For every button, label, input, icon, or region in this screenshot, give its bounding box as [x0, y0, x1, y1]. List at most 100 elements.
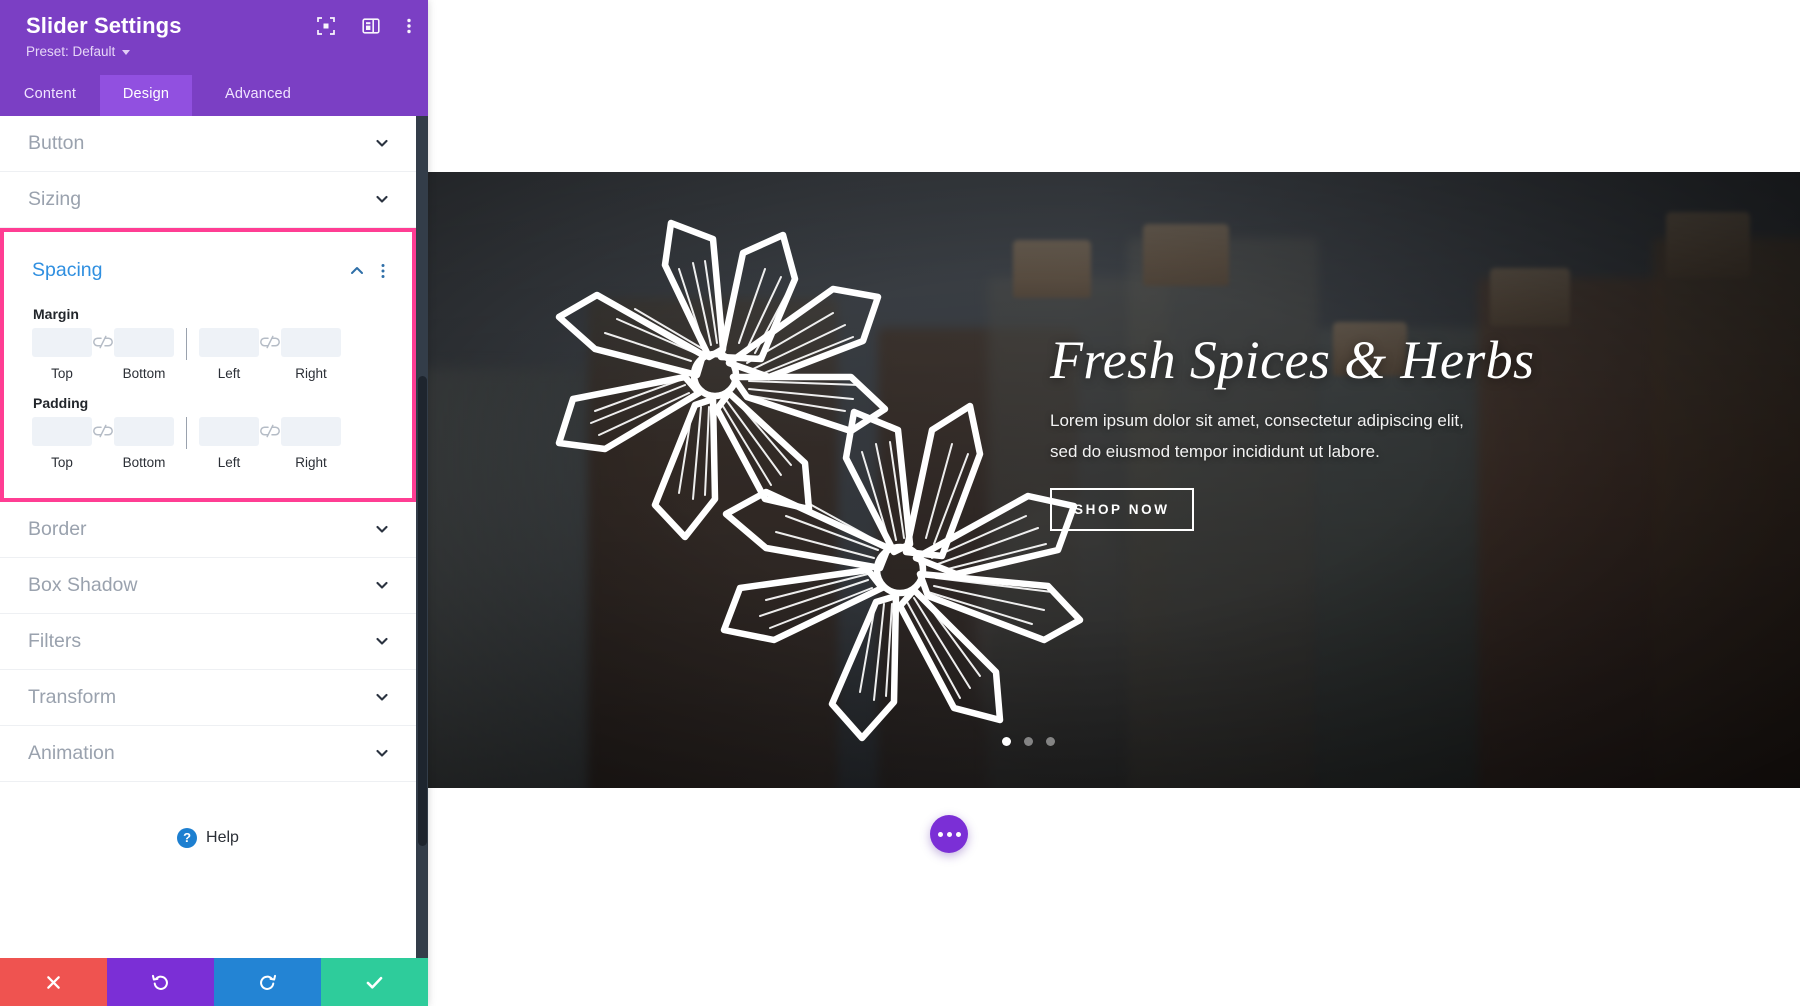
more-options-fab[interactable]	[930, 815, 968, 853]
slide-heading: Fresh Spices & Herbs	[1050, 330, 1535, 390]
slider-dot-3[interactable]	[1046, 737, 1055, 746]
panel-scroll-area: Button Sizing Spacing Margin Top Bottom …	[0, 115, 416, 959]
tab-design[interactable]: Design	[100, 74, 192, 116]
padding-left-cell: Left	[199, 416, 259, 470]
slider-dot-1[interactable]	[1002, 737, 1011, 746]
check-icon	[366, 976, 383, 989]
padding-left-input[interactable]	[199, 416, 259, 446]
margin-fields: Top Bottom Left Right	[32, 327, 386, 381]
page-canvas: Fresh Spices & Herbs Lorem ipsum dolor s…	[428, 0, 1800, 1006]
margin-label: Margin	[33, 305, 79, 322]
section-transform-label: Transform	[28, 685, 117, 708]
slider-module: Fresh Spices & Herbs Lorem ipsum dolor s…	[428, 172, 1800, 788]
section-box-shadow-label: Box Shadow	[28, 573, 138, 596]
margin-left-caption: Left	[217, 365, 241, 381]
margin-top-cell: Top	[32, 327, 92, 381]
chevron-down-icon	[374, 689, 390, 705]
section-box-shadow[interactable]: Box Shadow	[0, 557, 416, 614]
padding-top-caption: Top	[51, 454, 73, 470]
panel-footer	[0, 958, 428, 1006]
padding-right-caption: Right	[295, 454, 327, 470]
redo-button[interactable]	[214, 958, 321, 1006]
margin-left-cell: Left	[199, 327, 259, 381]
link-values-icon[interactable]	[259, 417, 281, 446]
padding-top-input[interactable]	[32, 416, 92, 446]
section-filters-label: Filters	[28, 629, 82, 652]
question-mark-icon: ?	[177, 827, 198, 848]
margin-vertical-pair: Top Bottom	[32, 327, 174, 381]
chevron-down-icon	[374, 577, 390, 593]
section-filters[interactable]: Filters	[0, 613, 416, 670]
section-animation-label: Animation	[28, 741, 115, 764]
section-button-label: Button	[28, 131, 85, 154]
tab-advanced[interactable]: Advanced	[192, 75, 324, 116]
slide-body-line-2: sed do eiusmod tempor incididunt ut labo…	[1050, 442, 1380, 462]
star-anise-illustration-2	[720, 402, 1084, 742]
section-transform[interactable]: Transform	[0, 669, 416, 726]
panel-scrollbar-track[interactable]	[416, 115, 428, 958]
chevron-up-icon[interactable]	[348, 262, 366, 280]
margin-bottom-input[interactable]	[114, 327, 174, 357]
chevron-down-icon	[374, 135, 390, 151]
section-animation[interactable]: Animation	[0, 725, 416, 782]
panel-header: Slider Settings Preset: Default	[0, 0, 428, 75]
field-divider	[186, 327, 187, 360]
section-button[interactable]: Button	[0, 115, 416, 172]
padding-top-cell: Top	[32, 416, 92, 470]
tab-content[interactable]: Content	[0, 75, 100, 116]
panel-body: Button Sizing Spacing Margin Top Bottom …	[0, 115, 428, 959]
preset-label: Preset: Default	[26, 43, 116, 59]
section-spacing-header[interactable]: Spacing	[32, 250, 386, 292]
help-label: Help	[206, 828, 239, 846]
section-sizing-label: Sizing	[28, 187, 82, 210]
margin-bottom-cell: Bottom	[114, 327, 174, 381]
padding-horizontal-pair: Left Right	[199, 416, 341, 470]
chevron-down-icon	[374, 745, 390, 761]
section-border-label: Border	[28, 517, 87, 540]
margin-top-caption: Top	[51, 365, 73, 381]
padding-bottom-input[interactable]	[114, 416, 174, 446]
undo-button[interactable]	[107, 958, 214, 1006]
slide-content: Fresh Spices & Herbs Lorem ipsum dolor s…	[1050, 332, 1650, 531]
section-spacing-highlight: Spacing Margin Top Bottom Left Right Pad…	[0, 227, 416, 502]
field-divider	[186, 416, 187, 449]
panel-tabs: Content Design Advanced	[0, 74, 428, 116]
more-vertical-icon[interactable]	[406, 16, 412, 36]
margin-right-input[interactable]	[281, 327, 341, 357]
fab-dot-3	[955, 831, 961, 837]
slider-dot-2[interactable]	[1024, 737, 1033, 746]
panel-scrollbar-thumb[interactable]	[418, 375, 427, 846]
cancel-button[interactable]	[0, 958, 107, 1006]
section-spacing-label: Spacing	[32, 259, 103, 281]
padding-right-cell: Right	[281, 416, 341, 470]
chevron-down-icon	[374, 521, 390, 537]
margin-left-input[interactable]	[199, 327, 259, 357]
margin-right-cell: Right	[281, 327, 341, 381]
section-sizing[interactable]: Sizing	[0, 171, 416, 228]
margin-bottom-caption: Bottom	[122, 365, 166, 381]
link-values-icon[interactable]	[259, 328, 281, 357]
fab-dot-2	[946, 831, 952, 837]
undo-icon	[151, 974, 168, 990]
padding-right-input[interactable]	[281, 416, 341, 446]
shop-now-button[interactable]: SHOP NOW	[1050, 487, 1194, 531]
padding-vertical-pair: Top Bottom	[32, 416, 174, 470]
close-icon	[47, 975, 60, 989]
slider-pagination	[1002, 737, 1055, 746]
settings-panel: Slider Settings Preset: Default Content …	[0, 0, 428, 1006]
preset-selector[interactable]: Preset: Default	[26, 43, 131, 59]
layout-panel-icon[interactable]	[361, 16, 381, 36]
more-vertical-icon[interactable]	[380, 262, 386, 280]
help-button[interactable]: ? Help	[177, 827, 239, 848]
focus-icon[interactable]	[316, 16, 336, 36]
chevron-down-icon	[122, 49, 131, 55]
margin-top-input[interactable]	[32, 327, 92, 357]
padding-bottom-cell: Bottom	[114, 416, 174, 470]
padding-left-caption: Left	[217, 454, 241, 470]
link-values-icon[interactable]	[92, 417, 114, 446]
padding-label: Padding	[33, 394, 89, 411]
panel-header-actions	[316, 16, 412, 36]
section-border[interactable]: Border	[0, 501, 416, 558]
save-button[interactable]	[321, 958, 428, 1006]
link-values-icon[interactable]	[92, 328, 114, 357]
